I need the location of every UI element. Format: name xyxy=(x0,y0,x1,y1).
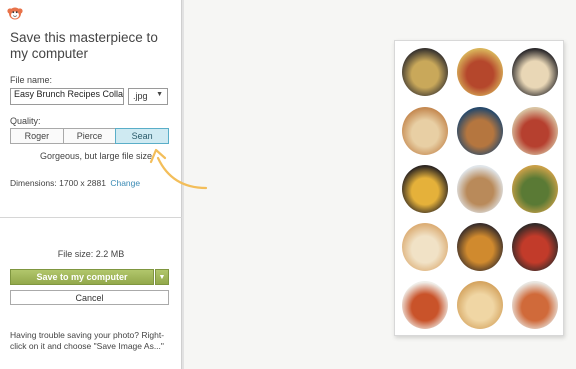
collage-photo-breakfast-sandwich xyxy=(457,107,503,155)
collage-photo-frittata xyxy=(512,165,558,213)
collage-photo-egg-casserole xyxy=(457,48,503,96)
collage-photo-crescent-bake xyxy=(457,281,503,329)
collage-photo-eggs-benedict xyxy=(402,281,448,329)
collage-photo-french-toast-bake xyxy=(402,107,448,155)
collage-photo-skillet-eggs xyxy=(402,165,448,213)
collage-photo-breakfast-pizza xyxy=(512,281,558,329)
collage-photo-cinnamon-rolls xyxy=(457,165,503,213)
collage-preview xyxy=(394,40,564,336)
quality-option-sean[interactable]: Sean xyxy=(115,128,170,144)
collage-photo-muffin-tin-eggs xyxy=(402,48,448,96)
collage-photo-blueberry-pancakes xyxy=(512,48,558,96)
collage-photo-waffle-plate xyxy=(457,223,503,271)
collage-photo-waffle-stack xyxy=(512,107,558,155)
collage-photo-stuffed-french-toast xyxy=(402,223,448,271)
collage-photo-shakshuka-pan xyxy=(512,223,558,271)
